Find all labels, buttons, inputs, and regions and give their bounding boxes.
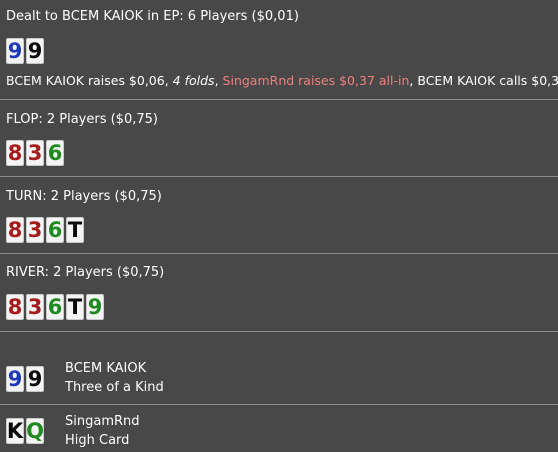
allin-action-text: SingamRnd raises $0,37 all-in xyxy=(222,73,410,88)
river-cards: 8 3 6 T 9 xyxy=(6,294,104,320)
section-divider xyxy=(0,253,558,254)
section-divider xyxy=(0,331,558,332)
turn-heading: TURN: 2 Players ($0,75) xyxy=(6,189,162,204)
preflop-heading: Dealt to BCEM KAIOK in EP: 6 Players ($0… xyxy=(6,9,299,24)
section-divider xyxy=(0,176,558,177)
flop-heading: FLOP: 2 Players ($0,75) xyxy=(6,112,158,127)
card: 6 xyxy=(46,217,64,243)
player-hand-rank: High Card xyxy=(65,433,130,448)
player-name: BCEM KAIOK xyxy=(65,361,147,376)
card: Q xyxy=(26,418,44,444)
river-heading: RIVER: 2 Players ($0,75) xyxy=(6,265,165,280)
card: K xyxy=(6,418,24,444)
folds-text: 4 folds xyxy=(172,73,215,88)
card: 8 xyxy=(6,294,24,320)
turn-cards: 8 3 6 T xyxy=(6,217,84,243)
card: 6 xyxy=(46,294,64,320)
card: 9 xyxy=(6,366,24,392)
card: 6 xyxy=(46,140,64,166)
player-name: SingamRnd xyxy=(65,414,140,429)
player-hand-rank: Three of a Kind xyxy=(65,380,164,395)
card: T xyxy=(66,294,84,320)
player-cards: K Q xyxy=(6,418,44,444)
action-text: BCEM KAIOK raises $0,06, xyxy=(6,73,173,88)
section-divider xyxy=(0,404,558,405)
card: T xyxy=(66,217,84,243)
flop-cards: 8 3 6 xyxy=(6,140,64,166)
card: 9 xyxy=(86,294,104,320)
card: 3 xyxy=(26,294,44,320)
card: 9 xyxy=(6,38,24,64)
hole-cards: 9 9 xyxy=(6,38,44,64)
player-cards: 9 9 xyxy=(6,366,44,392)
card: 3 xyxy=(26,217,44,243)
card: 8 xyxy=(6,217,24,243)
card: 9 xyxy=(26,366,44,392)
card: 3 xyxy=(26,140,44,166)
action-text: , BCEM KAIOK calls $0,31 xyxy=(409,73,558,88)
card: 9 xyxy=(26,38,44,64)
action-separator: , xyxy=(214,73,223,88)
preflop-actions: BCEM KAIOK raises $0,06, 4 folds, Singam… xyxy=(6,73,558,89)
card: 8 xyxy=(6,140,24,166)
section-divider xyxy=(0,99,558,100)
